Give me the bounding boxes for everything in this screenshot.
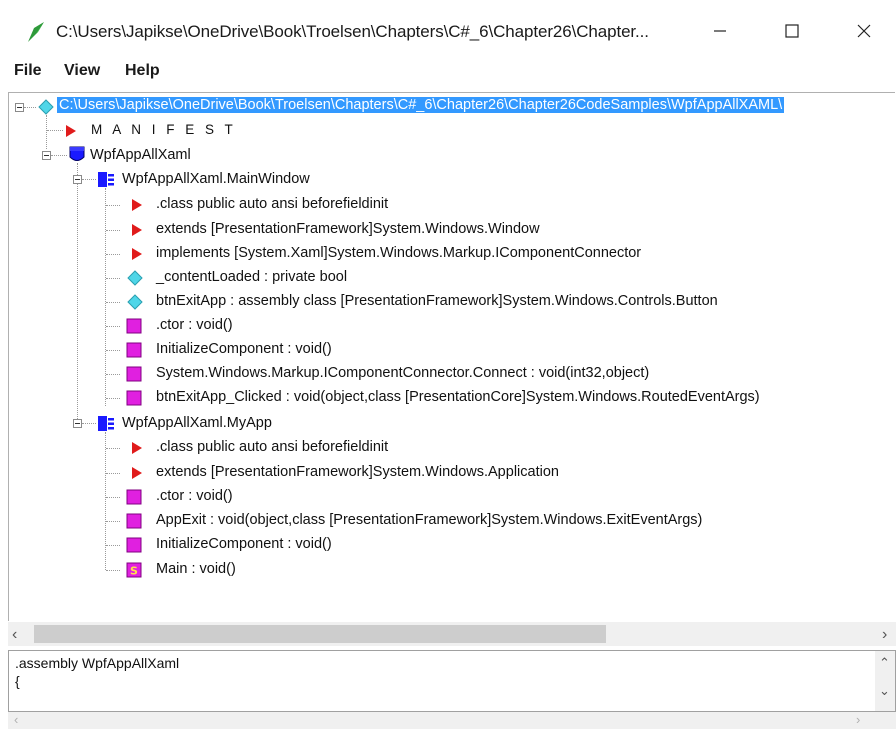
field-icon (127, 294, 143, 310)
close-icon (857, 24, 871, 38)
close-button[interactable] (842, 14, 886, 48)
pane-horizontal-scrollbar[interactable]: ‹ › (8, 712, 896, 729)
static-method-icon: S (126, 562, 142, 578)
svg-text:S: S (130, 565, 138, 578)
tree-item[interactable]: .class public auto ansi beforefieldinit (156, 196, 388, 212)
pane-vertical-scrollbar[interactable]: ⌃ ⌄ (875, 651, 895, 711)
assembly-expander[interactable] (42, 151, 51, 160)
tree-manifest[interactable]: M A N I F E S T (91, 122, 236, 137)
tree-item[interactable]: InitializeComponent : void() (156, 536, 332, 552)
tree-mainwindow[interactable]: WpfAppAllXaml.MainWindow (122, 171, 310, 187)
method-icon (126, 513, 142, 529)
tree-item[interactable]: AppExit : void(object,class [Presentatio… (156, 512, 702, 528)
minimize-button[interactable] (698, 14, 742, 48)
method-icon (126, 489, 142, 505)
scroll-left-icon[interactable]: ‹ (12, 626, 17, 644)
window-title: C:\Users\Japikse\OneDrive\Book\Troelsen\… (56, 22, 649, 41)
tree-item[interactable]: .class public auto ansi beforefieldinit (156, 439, 388, 455)
extends-icon (132, 224, 142, 236)
tree-assembly[interactable]: WpfAppAllXaml (90, 147, 191, 163)
tree-item[interactable]: Main : void() (156, 561, 236, 577)
manifest-icon (66, 125, 76, 137)
class-info-icon (132, 199, 142, 211)
tree-item[interactable]: InitializeComponent : void() (156, 341, 332, 357)
tree-item[interactable]: extends [PresentationFramework]System.Wi… (156, 221, 540, 237)
scroll-down-icon[interactable]: ⌄ (879, 683, 890, 699)
extends-icon (132, 467, 142, 479)
tree-item[interactable]: System.Windows.Markup.IComponentConnecto… (156, 365, 649, 381)
horizontal-scrollbar[interactable]: ‹ › (8, 622, 896, 646)
maximize-button[interactable] (770, 14, 814, 48)
tree-view[interactable]: C:\Users\Japikse\OneDrive\Book\Troelsen\… (8, 92, 895, 621)
method-icon (126, 342, 142, 358)
scroll-right-icon[interactable]: › (856, 712, 860, 727)
tree-myapp[interactable]: WpfAppAllXaml.MyApp (122, 415, 272, 431)
maximize-icon (785, 24, 799, 38)
field-icon (127, 270, 143, 286)
method-icon (126, 390, 142, 406)
disassembly-pane[interactable]: .assembly WpfAppAllXaml { ⌃ ⌄ (8, 650, 896, 712)
menu-help[interactable]: Help (125, 62, 160, 80)
method-icon (126, 366, 142, 382)
implements-icon (132, 248, 142, 260)
scroll-thumb[interactable] (34, 625, 606, 643)
menu-bar: File View Help (0, 58, 896, 88)
root-expander[interactable] (15, 103, 24, 112)
class-icon (98, 172, 114, 187)
method-icon (126, 318, 142, 334)
mainwindow-expander[interactable] (73, 175, 82, 184)
title-bar: C:\Users\Japikse\OneDrive\Book\Troelsen\… (0, 0, 896, 54)
tree-item[interactable]: extends [PresentationFramework]System.Wi… (156, 464, 559, 480)
disassembly-line: { (15, 673, 20, 689)
tree-item[interactable]: implements [System.Xaml]System.Windows.M… (156, 245, 641, 261)
menu-view[interactable]: View (64, 62, 100, 80)
disassembly-line: .assembly WpfAppAllXaml (15, 655, 180, 671)
scroll-left-icon[interactable]: ‹ (14, 712, 18, 727)
method-icon (126, 537, 142, 553)
tree-item[interactable]: .ctor : void() (156, 488, 233, 504)
assembly-root-icon (38, 99, 54, 115)
tree-root-label: C:\Users\Japikse\OneDrive\Book\Troelsen\… (57, 97, 785, 113)
tree-item[interactable]: _contentLoaded : private bool (156, 269, 347, 285)
scroll-up-icon[interactable]: ⌃ (879, 655, 890, 671)
tree-item[interactable]: btnExitApp_Clicked : void(object,class [… (156, 389, 760, 405)
tree-root-node[interactable]: C:\Users\Japikse\OneDrive\Book\Troelsen\… (57, 97, 785, 113)
tree-item[interactable]: btnExitApp : assembly class [Presentatio… (156, 293, 718, 309)
namespace-icon (69, 146, 85, 161)
myapp-expander[interactable] (73, 419, 82, 428)
app-icon (28, 22, 44, 42)
class-icon (98, 416, 114, 431)
tree-item[interactable]: .ctor : void() (156, 317, 233, 333)
scroll-right-icon[interactable]: › (882, 626, 887, 644)
menu-file[interactable]: File (14, 62, 42, 80)
minimize-icon (714, 30, 726, 32)
class-info-icon (132, 442, 142, 454)
